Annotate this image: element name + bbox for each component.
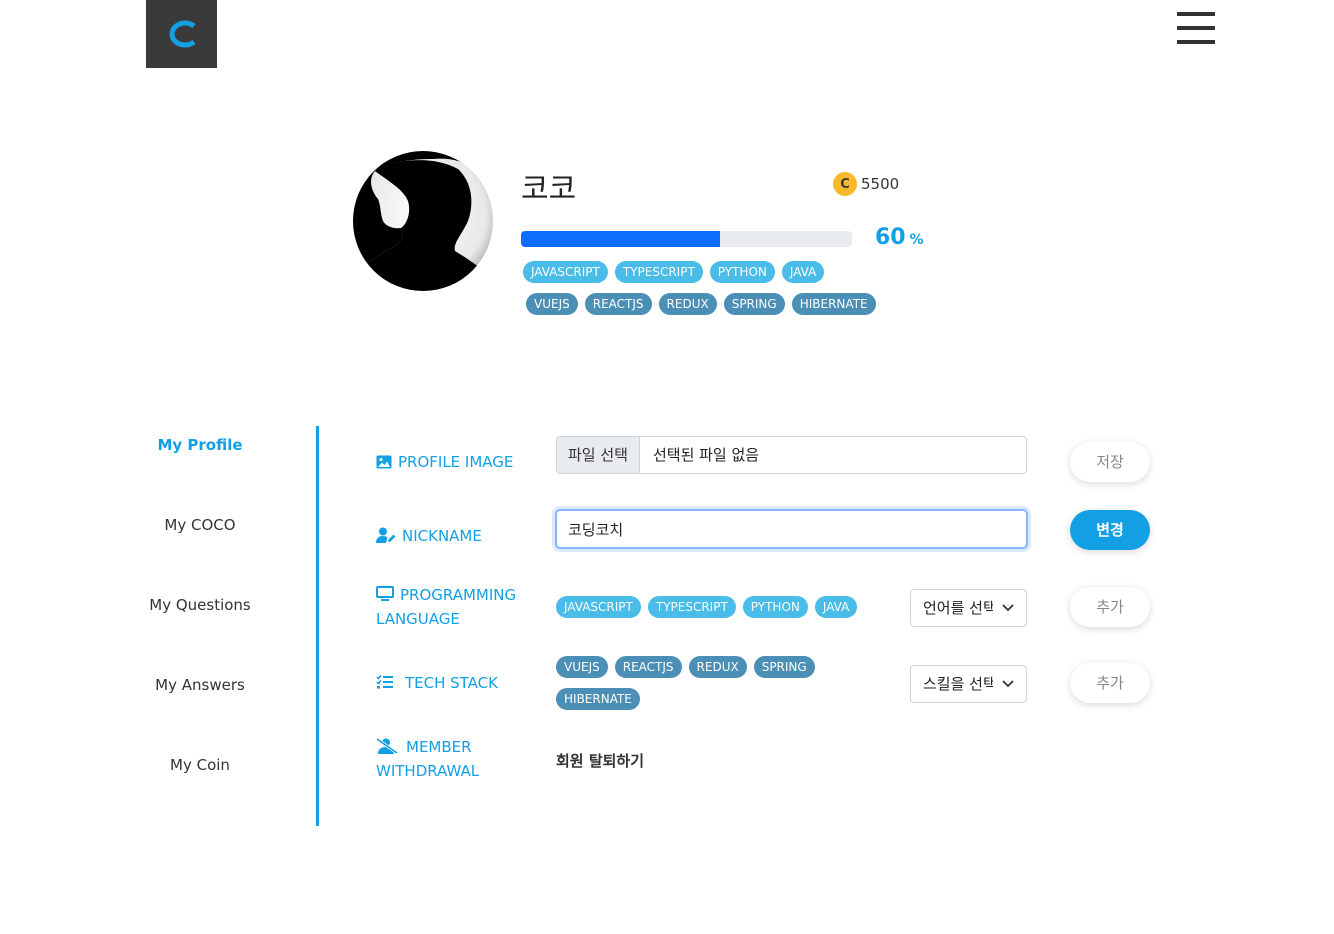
sidebar-item-my-questions[interactable]: My Questions bbox=[120, 596, 280, 614]
programming-language-label: PROGRAMMING LANGUAGE bbox=[376, 586, 517, 628]
image-icon bbox=[376, 455, 392, 469]
coin-icon: C bbox=[833, 172, 857, 196]
sidebar-item-my-answers[interactable]: My Answers bbox=[120, 676, 280, 694]
stack-tag: VUEJS bbox=[526, 293, 578, 315]
profile-nickname: 코코 bbox=[521, 172, 577, 207]
language-tag: TYPESCRIPT bbox=[647, 596, 736, 618]
progress-percent: 60% bbox=[875, 225, 924, 250]
stack-tag: REACTJS bbox=[584, 293, 652, 315]
add-skill-button[interactable]: 추가 bbox=[1070, 663, 1150, 703]
stack-tag: REDUX bbox=[688, 656, 747, 678]
language-tag: JAVASCRIPT bbox=[556, 596, 641, 618]
file-name-text: 선택된 파일 없음 bbox=[652, 446, 760, 464]
language-tag: JAVASCRIPT bbox=[523, 261, 608, 283]
coin-badge: C 5500 bbox=[833, 172, 899, 196]
stack-tag: HIBERNATE bbox=[791, 293, 876, 315]
stack-tag: SPRING bbox=[753, 656, 815, 678]
profile-image-file-input[interactable]: 파일 선택 선택된 파일 없음 bbox=[556, 436, 1027, 474]
coin-amount: 5500 bbox=[861, 175, 900, 193]
stack-tag: SPRING bbox=[723, 293, 785, 315]
avatar bbox=[353, 151, 493, 291]
user-silhouette-icon bbox=[353, 151, 493, 291]
profile-stack-tags: VUEJS REACTJS REDUX SPRING HIBERNATE bbox=[526, 293, 876, 315]
sidebar-item-my-coin[interactable]: My Coin bbox=[120, 756, 280, 774]
language-tag: PYTHON bbox=[709, 261, 775, 283]
sidebar-divider bbox=[316, 426, 319, 826]
language-tag: PYTHON bbox=[742, 596, 808, 618]
logo[interactable] bbox=[146, 0, 217, 68]
withdraw-link[interactable]: 회원 탈퇴하기 bbox=[556, 750, 644, 771]
stack-tag: VUEJS bbox=[556, 656, 608, 678]
profile-language-tags: JAVASCRIPT TYPESCRIPT PYTHON JAVA bbox=[523, 261, 825, 283]
user-edit-icon bbox=[376, 527, 396, 543]
skill-select[interactable]: 스킬을 선택 bbox=[910, 665, 1027, 703]
stack-tag: REDUX bbox=[658, 293, 717, 315]
language-tag: JAVA bbox=[781, 261, 825, 283]
checklist-icon bbox=[376, 674, 393, 689]
save-button[interactable]: 저장 bbox=[1070, 442, 1150, 482]
nickname-label: NICKNAME bbox=[376, 524, 482, 548]
sidebar-item-my-profile[interactable]: My Profile bbox=[120, 436, 280, 454]
chevron-down-icon bbox=[1002, 604, 1014, 612]
tech-stack-label: TECH STACK bbox=[376, 671, 498, 695]
progress-bar bbox=[521, 231, 852, 247]
language-tags: JAVASCRIPT TYPESCRIPT PYTHON JAVA bbox=[556, 596, 858, 618]
progress-fill bbox=[521, 231, 720, 247]
profile-image-label: PROFILE IMAGE bbox=[376, 450, 513, 474]
logo-c-icon bbox=[169, 20, 196, 48]
stack-tags: VUEJS REACTJS REDUX SPRING HIBERNATE bbox=[556, 656, 856, 720]
monitor-icon bbox=[376, 586, 394, 601]
nickname-input[interactable] bbox=[555, 509, 1028, 549]
change-nickname-button[interactable]: 변경 bbox=[1070, 510, 1150, 550]
user-slash-icon bbox=[376, 737, 398, 755]
choose-file-button[interactable]: 파일 선택 bbox=[557, 437, 640, 473]
stack-tag: REACTJS bbox=[614, 656, 682, 678]
chevron-down-icon bbox=[1002, 680, 1014, 688]
add-language-button[interactable]: 추가 bbox=[1070, 587, 1150, 627]
hamburger-menu-icon[interactable] bbox=[1177, 12, 1215, 44]
sidebar-item-my-coco[interactable]: My COCO bbox=[120, 516, 280, 534]
language-tag: TYPESCRIPT bbox=[614, 261, 703, 283]
language-select[interactable]: 언어를 선택 bbox=[910, 589, 1027, 627]
member-withdrawal-label: MEMBER WITHDRAWAL bbox=[376, 737, 480, 780]
language-tag: JAVA bbox=[814, 596, 858, 618]
stack-tag: HIBERNATE bbox=[556, 688, 640, 710]
